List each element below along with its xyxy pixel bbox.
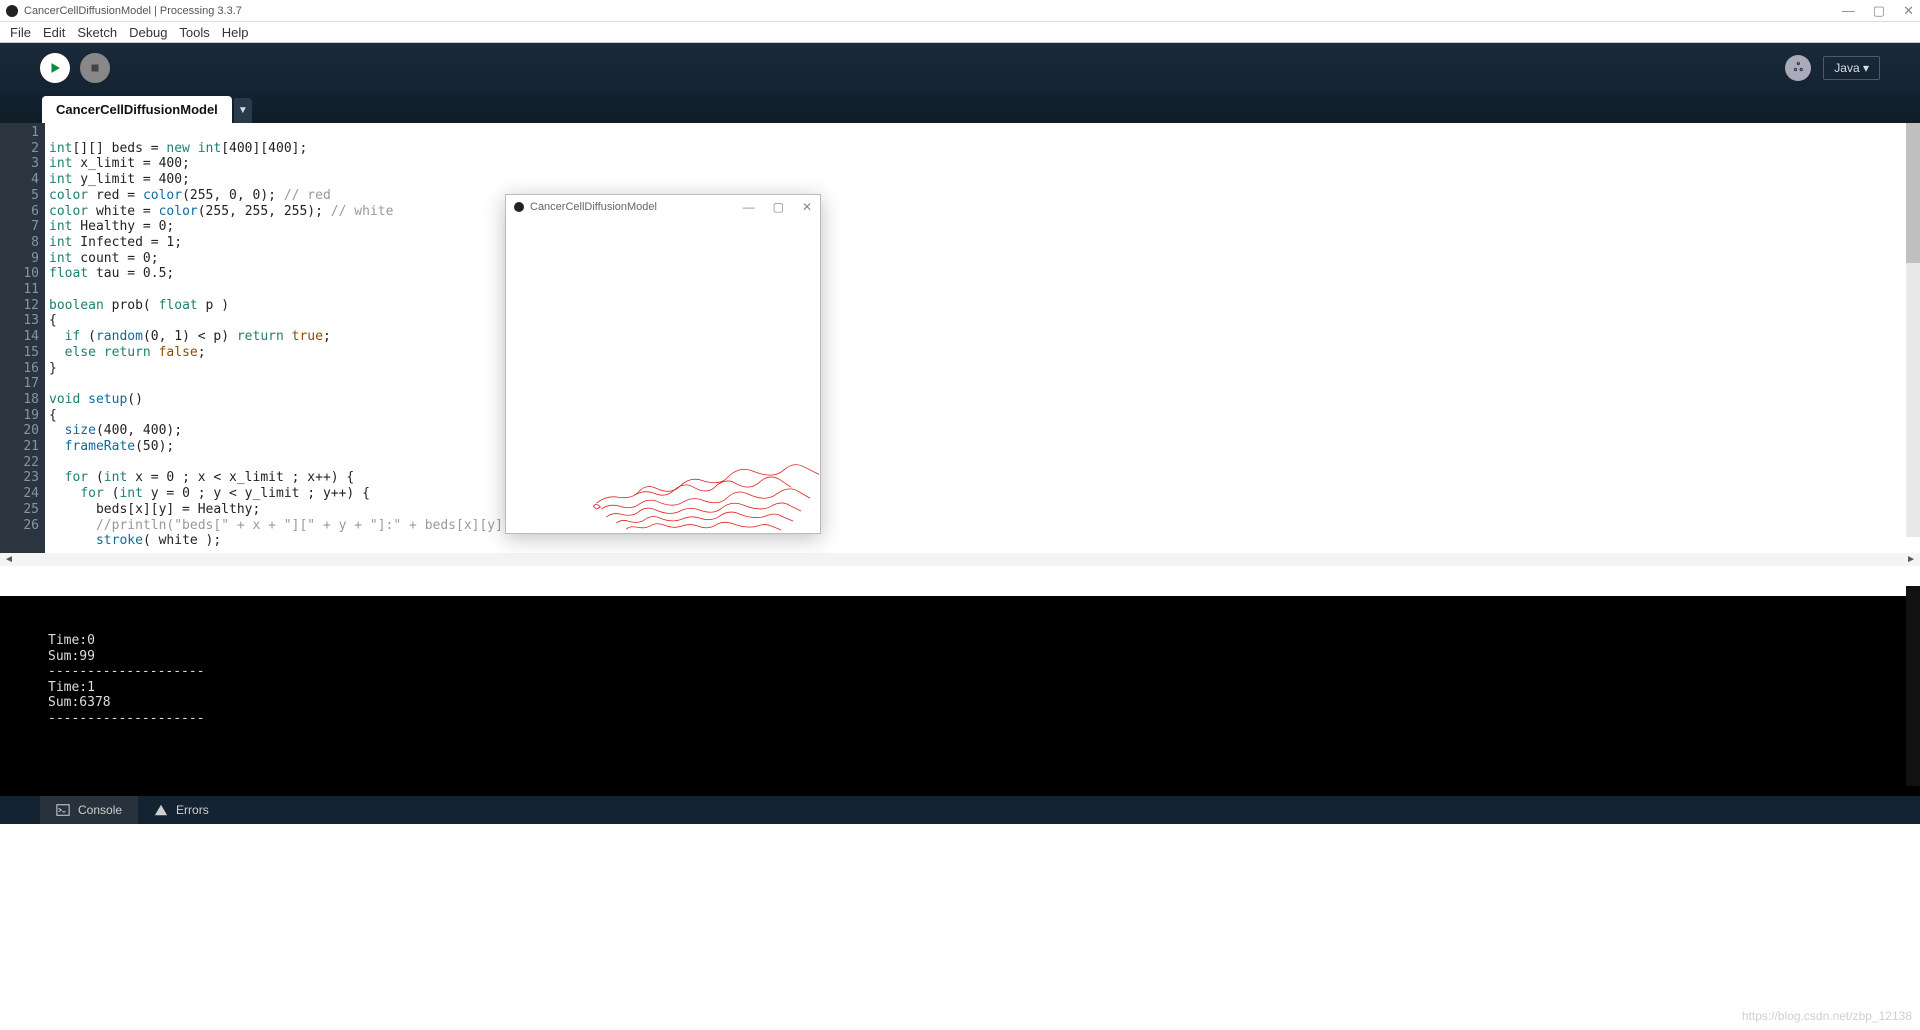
console-icon: [56, 803, 70, 817]
menu-help[interactable]: Help: [216, 25, 255, 40]
menu-edit[interactable]: Edit: [37, 25, 71, 40]
tab-sketch[interactable]: CancerCellDiffusionModel: [42, 96, 232, 123]
tab-bar: CancerCellDiffusionModel ▼: [0, 93, 1920, 123]
menu-debug[interactable]: Debug: [123, 25, 173, 40]
bottom-tabs: Console Errors https://blog.csdn.net/zbp…: [0, 796, 1920, 824]
sketch-minimize-button[interactable]: —: [743, 200, 755, 214]
console-text: Time:0 Sum:99 -------------------- Time:…: [48, 602, 1872, 726]
sketch-close-button[interactable]: ✕: [802, 200, 812, 214]
editor-horizontal-scrollbar[interactable]: ◄ ►: [0, 553, 1920, 566]
mode-selector[interactable]: Java ▾: [1823, 56, 1880, 80]
menu-file[interactable]: File: [4, 25, 37, 40]
stop-button[interactable]: [80, 53, 110, 83]
scroll-right-icon[interactable]: ►: [1906, 554, 1916, 565]
play-icon: [48, 61, 62, 75]
line-number-gutter: 1234567891011121314151617181920212223242…: [0, 123, 45, 553]
run-button[interactable]: [40, 53, 70, 83]
sketch-app-icon: [514, 202, 524, 212]
code-editor[interactable]: 1234567891011121314151617181920212223242…: [0, 123, 1920, 553]
sketch-window-title: CancerCellDiffusionModel: [530, 201, 657, 213]
sketch-output-window[interactable]: CancerCellDiffusionModel — ▢ ✕: [505, 194, 821, 534]
footer-url: https://blog.csdn.net/zbp_12138: [1742, 1002, 1912, 1030]
divider: [0, 566, 1920, 596]
code-content[interactable]: int[][] beds = new int[400][400]; int x_…: [45, 123, 1920, 553]
scroll-left-icon[interactable]: ◄: [4, 554, 14, 565]
toolbar: ஃ Java ▾: [0, 43, 1920, 93]
sketch-maximize-button[interactable]: ▢: [773, 200, 784, 214]
menu-tools[interactable]: Tools: [173, 25, 215, 40]
tab-console-label: Console: [78, 803, 122, 817]
window-titlebar: CancerCellDiffusionModel | Processing 3.…: [0, 0, 1920, 22]
window-minimize-button[interactable]: —: [1842, 3, 1855, 19]
tab-errors[interactable]: Errors: [138, 796, 225, 824]
tab-label: CancerCellDiffusionModel: [56, 102, 218, 117]
window-maximize-button[interactable]: ▢: [1873, 3, 1885, 19]
debugger-icon[interactable]: ஃ: [1785, 55, 1811, 81]
warning-icon: [154, 803, 168, 817]
processing-app-icon: [6, 5, 18, 17]
sketch-window-titlebar[interactable]: CancerCellDiffusionModel — ▢ ✕: [506, 195, 820, 219]
window-close-button[interactable]: ✕: [1903, 3, 1914, 19]
tab-dropdown-button[interactable]: ▼: [234, 98, 252, 123]
console-vertical-scrollbar[interactable]: [1906, 586, 1920, 786]
menu-sketch[interactable]: Sketch: [71, 25, 123, 40]
console-output[interactable]: Time:0 Sum:99 -------------------- Time:…: [0, 596, 1920, 796]
tab-errors-label: Errors: [176, 803, 209, 817]
sketch-canvas: [506, 219, 820, 533]
tab-console[interactable]: Console: [40, 796, 138, 824]
scrollbar-thumb[interactable]: [1906, 123, 1920, 263]
menubar: File Edit Sketch Debug Tools Help: [0, 22, 1920, 43]
window-title: CancerCellDiffusionModel | Processing 3.…: [24, 5, 242, 17]
stop-icon: [88, 61, 102, 75]
editor-vertical-scrollbar[interactable]: [1906, 123, 1920, 537]
